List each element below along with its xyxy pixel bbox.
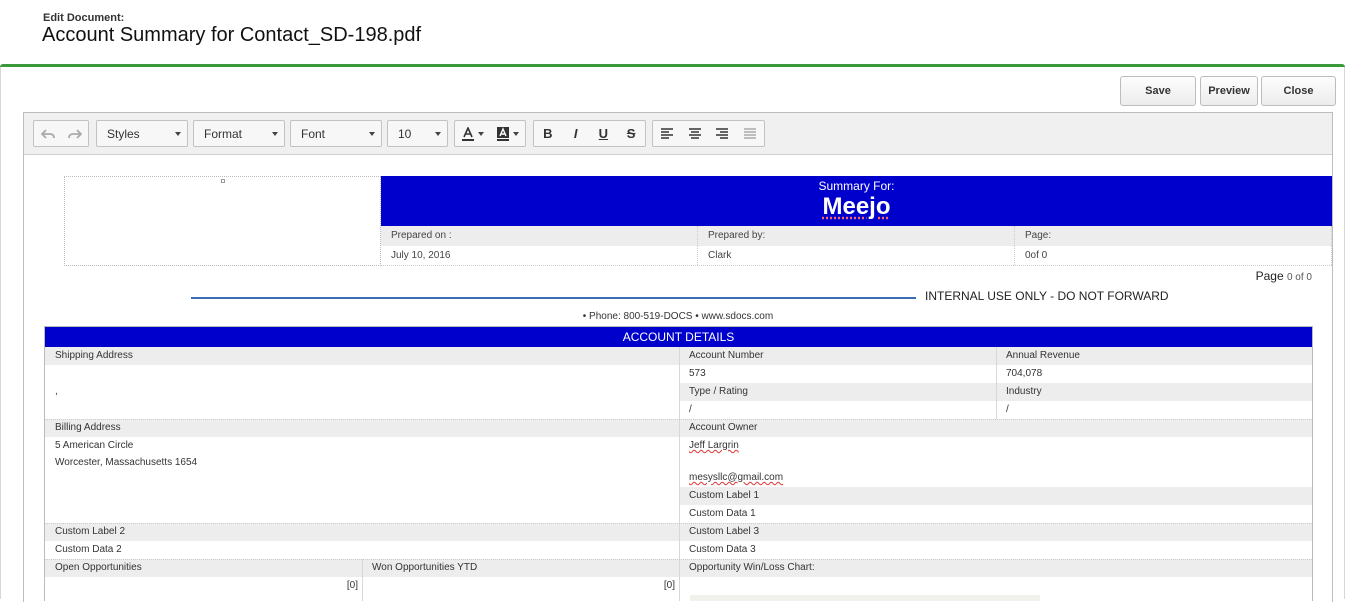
column-divider: [362, 559, 363, 601]
text-style-group: B I U S: [533, 120, 646, 147]
account-owner-email: mesysllc@gmail.com: [679, 469, 1312, 487]
chevron-down-icon: [513, 131, 519, 136]
type-rating-value: /: [689, 404, 692, 415]
underline-button[interactable]: U: [590, 121, 618, 146]
redo-icon[interactable]: [61, 121, 88, 146]
styles-dropdown-label: Styles: [107, 126, 140, 141]
prepared-on-value: July 10, 2016: [381, 246, 698, 265]
chevron-down-icon: [478, 131, 484, 136]
alignment-group: [652, 120, 765, 147]
editor-toolbar: Styles Format Font 10 B I U S: [24, 113, 1332, 155]
color-group: [454, 120, 526, 147]
prepared-by-label: Prepared by:: [698, 226, 1015, 246]
column-divider: [679, 347, 680, 601]
account-number-label: Account Number: [679, 347, 996, 365]
save-button[interactable]: Save: [1120, 76, 1196, 106]
undo-icon[interactable]: [34, 121, 61, 146]
align-right-icon[interactable]: [709, 121, 737, 146]
type-rating-label: Type / Rating: [679, 383, 996, 401]
page-header: Edit Document: Account Summary for Conta…: [0, 0, 1345, 66]
horizontal-rule: [191, 297, 916, 299]
rich-text-editor: Styles Format Font 10 B I U S Summary Fo…: [23, 112, 1333, 602]
won-opportunities-label: Won Opportunities YTD: [362, 559, 679, 577]
text-color-icon: [462, 126, 474, 141]
background-color-icon: [497, 126, 509, 141]
custom-data-1: Custom Data 1: [689, 508, 756, 519]
logo-placeholder-cell[interactable]: [64, 176, 381, 266]
summary-for-label: Summary For:: [818, 179, 895, 193]
page-count-value: 0 of 0: [1286, 272, 1312, 283]
format-dropdown-label: Format: [204, 126, 243, 141]
open-opportunities-label: Open Opportunities: [45, 559, 362, 577]
open-opportunities-value: [0]: [346, 580, 358, 591]
align-center-icon[interactable]: [681, 121, 709, 146]
prepared-on-label: Prepared on :: [381, 226, 698, 246]
billing-address-label: Billing Address: [45, 419, 679, 437]
undo-redo-group: [33, 120, 89, 147]
prepared-values-row: July 10, 2016 Clark 0of 0: [381, 246, 1332, 266]
preview-button[interactable]: Preview: [1200, 76, 1258, 106]
won-opportunities-value: [0]: [663, 580, 675, 591]
custom-label-2: Custom Label 2: [45, 523, 679, 541]
industry-value: /: [1006, 404, 1009, 415]
account-owner-name-text: Jeff Largrin: [689, 440, 739, 451]
page-label: Page:: [1015, 226, 1332, 246]
account-details-table: ACCOUNT DETAILS Shipping Address Account…: [44, 326, 1313, 601]
shipping-address-value: ,: [55, 386, 58, 397]
italic-button[interactable]: I: [562, 121, 590, 146]
custom-label-1: Custom Label 1: [679, 487, 1312, 505]
annual-revenue-value: 704,078: [1006, 368, 1043, 379]
summary-for-name: Meejo: [822, 193, 891, 220]
chevron-down-icon: [369, 132, 375, 136]
industry-label: Industry: [996, 383, 1312, 401]
win-loss-chart-area: [690, 595, 1040, 601]
image-handle-icon[interactable]: [221, 179, 225, 183]
account-owner-label: Account Owner: [679, 419, 1312, 437]
page-title: Account Summary for Contact_SD-198.pdf: [42, 24, 422, 46]
font-dropdown[interactable]: Font: [290, 120, 382, 147]
win-loss-chart-label: Opportunity Win/Loss Chart:: [679, 559, 1312, 577]
billing-address-line1: 5 American Circle: [55, 440, 134, 451]
page-subtitle: Edit Document:: [43, 12, 125, 24]
column-divider: [996, 347, 997, 419]
row-divider: [45, 419, 1312, 420]
row-divider: [45, 559, 1312, 560]
shipping-address-label: Shipping Address: [45, 347, 679, 365]
internal-use-notice: INTERNAL USE ONLY - DO NOT FORWARD: [925, 289, 1169, 303]
background-color-button[interactable]: [490, 121, 525, 146]
align-left-icon[interactable]: [653, 121, 681, 146]
annual-revenue-label: Annual Revenue: [996, 347, 1312, 365]
chevron-down-icon: [272, 132, 278, 136]
custom-label-3: Custom Label 3: [679, 523, 1312, 541]
account-owner-name: Jeff Largrin: [679, 437, 1312, 455]
text-color-button[interactable]: [455, 121, 490, 146]
account-details-title: ACCOUNT DETAILS: [45, 327, 1312, 347]
font-size-label: 10: [398, 126, 412, 141]
page-value: 0of 0: [1015, 246, 1332, 265]
format-dropdown[interactable]: Format: [193, 120, 285, 147]
page-count-label: Page: [1255, 269, 1284, 283]
font-dropdown-label: Font: [301, 126, 326, 141]
strikethrough-button[interactable]: S: [617, 121, 645, 146]
account-number-value: 573: [689, 368, 706, 379]
styles-dropdown[interactable]: Styles: [96, 120, 188, 147]
prepared-labels-row: Prepared on : Prepared by: Page:: [381, 226, 1332, 246]
chevron-down-icon: [435, 132, 441, 136]
font-size-dropdown[interactable]: 10: [387, 120, 448, 147]
custom-data-3: Custom Data 3: [689, 544, 756, 555]
chevron-down-icon: [175, 132, 181, 136]
align-justify-icon[interactable]: [736, 121, 764, 146]
account-owner-email-text: mesysllc@gmail.com: [689, 472, 784, 483]
close-button[interactable]: Close: [1261, 76, 1336, 106]
row-divider: [45, 523, 1312, 524]
won-opportunities-label-text: Won Opportunities YTD: [372, 562, 478, 573]
bold-button[interactable]: B: [534, 121, 562, 146]
summary-banner: Summary For: Meejo: [381, 176, 1332, 226]
document-canvas[interactable]: Summary For: Meejo Prepared on : Prepare…: [24, 156, 1332, 601]
custom-data-2: Custom Data 2: [55, 544, 122, 555]
billing-address-line2: Worcester, Massachusetts 1654: [55, 457, 198, 468]
contact-line: • Phone: 800-519-DOCS • www.sdocs.com: [582, 311, 774, 322]
page-count: Page 0 of 0: [1256, 269, 1312, 283]
prepared-by-value: Clark: [698, 246, 1015, 265]
